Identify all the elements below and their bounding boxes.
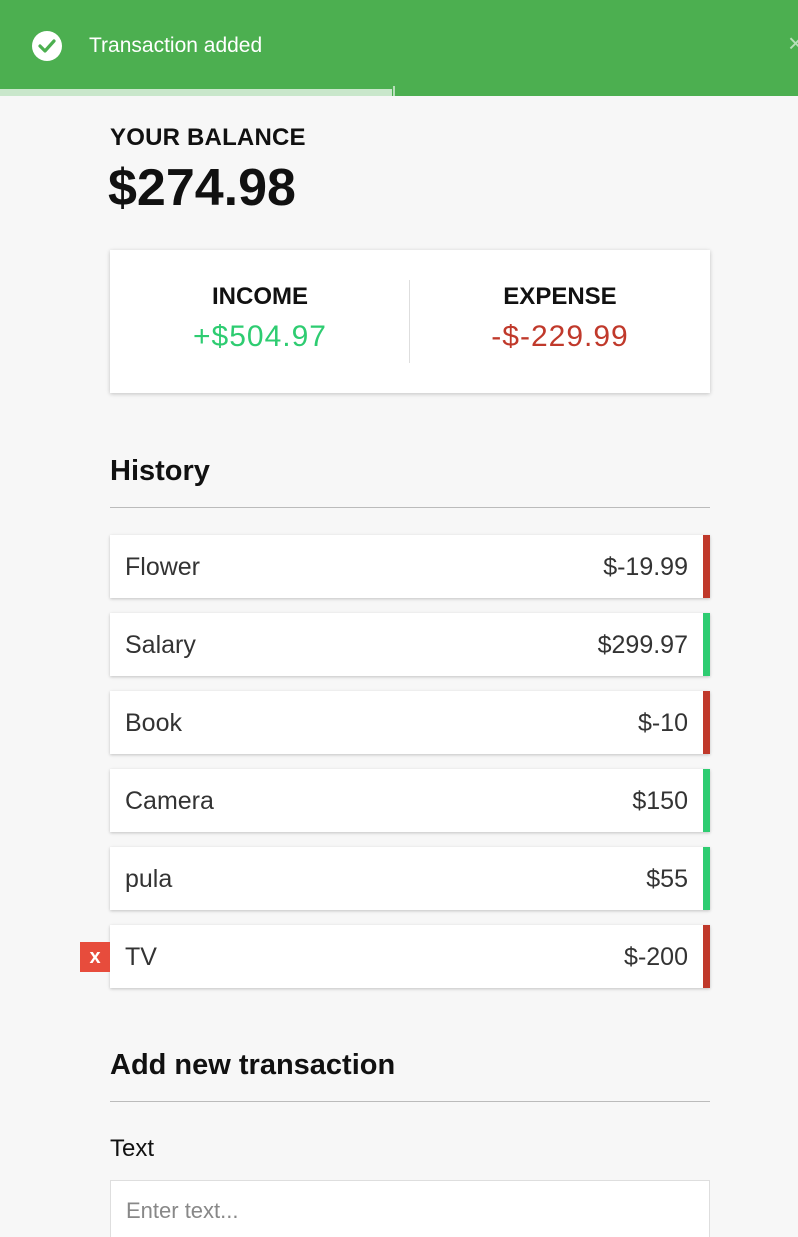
transaction-amount: $-200 — [624, 943, 688, 971]
text-field-label: Text — [110, 1135, 155, 1162]
history-list-item[interactable]: Camera $150 — [110, 769, 710, 832]
toast-close-button[interactable]: × — [788, 28, 798, 58]
transaction-amount: $55 — [646, 865, 688, 893]
transaction-text: pula — [125, 865, 173, 893]
expense-indicator — [703, 691, 710, 754]
income-indicator — [703, 613, 710, 676]
transaction-text: Salary — [125, 631, 196, 659]
transaction-text: Book — [125, 709, 182, 737]
toast-message: Transaction added — [89, 34, 263, 57]
transaction-amount: $-19.99 — [603, 553, 688, 581]
expense-indicator — [703, 535, 710, 598]
transaction-amount: $-10 — [637, 709, 688, 737]
balance-value: $274.98 — [108, 159, 296, 217]
transaction-text: Camera — [125, 787, 214, 815]
history-heading: History — [110, 455, 710, 508]
history-list-item[interactable]: Flower $-19.99 — [110, 535, 710, 598]
income-indicator — [703, 769, 710, 832]
transaction-amount: $299.97 — [597, 631, 688, 659]
history-list-item[interactable]: Book $-10 — [110, 691, 710, 754]
check-circle-icon — [32, 31, 62, 61]
delete-transaction-button[interactable]: x — [80, 942, 110, 972]
expense-indicator — [703, 925, 710, 988]
toast-progress-bar — [0, 89, 392, 96]
transaction-text: Flower — [125, 553, 201, 581]
income-label: INCOME — [212, 283, 308, 310]
income-value: +$504.97 — [193, 320, 327, 353]
income-expense-card: INCOME +$504.97 EXPENSE -$-229.99 — [110, 250, 710, 393]
add-transaction-heading: Add new transaction — [110, 1049, 710, 1102]
expense-column: EXPENSE -$-229.99 — [410, 280, 710, 356]
income-indicator — [703, 847, 710, 910]
balance-label: YOUR BALANCE — [110, 124, 306, 151]
history-list-item[interactable]: pula $55 — [110, 847, 710, 910]
history-list-item[interactable]: Salary $299.97 — [110, 613, 710, 676]
toast-notification: Transaction added × — [0, 0, 798, 96]
expense-label: EXPENSE — [503, 283, 617, 310]
text-input[interactable] — [110, 1180, 710, 1237]
transaction-amount: $150 — [632, 787, 688, 815]
expense-value: -$-229.99 — [491, 320, 629, 353]
income-column: INCOME +$504.97 — [110, 280, 410, 356]
history-list-item[interactable]: TV $-200 — [110, 925, 710, 988]
toast-progress-tick — [393, 86, 395, 96]
transaction-text: TV — [125, 943, 157, 971]
